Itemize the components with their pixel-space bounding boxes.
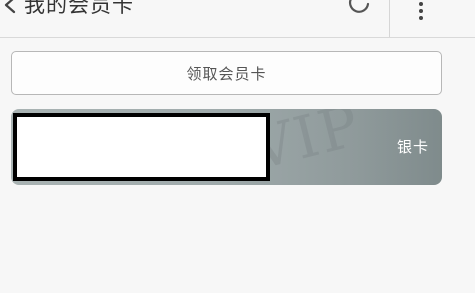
member-card[interactable]: VIP 银卡 [11,109,442,185]
claim-card-button[interactable]: 领取会员卡 [11,51,442,95]
more-button[interactable] [406,0,436,26]
redacted-area [13,113,270,181]
refresh-icon [345,0,373,21]
header-divider [389,0,390,37]
top-bar: 我的会员卡 [0,0,475,38]
card-level-label: 银卡 [396,138,429,156]
page-title: 我的会员卡 [24,0,134,17]
more-vertical-icon [417,1,425,25]
back-button[interactable]: 我的会员卡 [0,0,134,22]
chevron-left-icon [0,0,20,22]
refresh-button[interactable] [342,0,376,22]
